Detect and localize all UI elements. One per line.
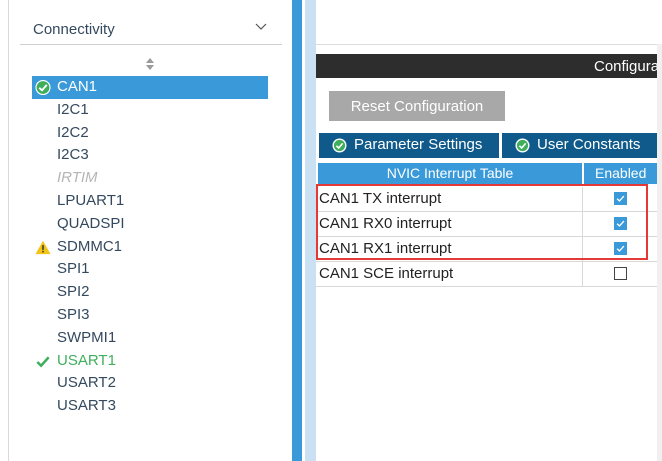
peripheral-item-lpuart1[interactable]: LPUART1 xyxy=(32,190,268,213)
top-strip xyxy=(316,0,662,45)
column-header-interrupt[interactable]: NVIC Interrupt Table xyxy=(318,163,582,184)
peripheral-label: SPI1 xyxy=(57,260,90,278)
column-separator xyxy=(582,262,583,286)
peripheral-item-swpmi1[interactable]: SWPMI1 xyxy=(32,327,268,350)
tab-label: Parameter Settings xyxy=(354,136,483,153)
category-header[interactable]: Connectivity xyxy=(20,14,282,45)
column-header-enabled[interactable]: Enabled xyxy=(584,163,662,184)
peripheral-label: I2C2 xyxy=(57,123,89,141)
configuration-title: Configura xyxy=(594,58,660,75)
peripheral-item-can1[interactable]: CAN1 xyxy=(32,76,268,99)
peripheral-item-usart2[interactable]: USART2 xyxy=(32,372,268,395)
peripheral-item-quadspi[interactable]: QUADSPI xyxy=(32,213,268,236)
peripheral-label: QUADSPI xyxy=(57,214,125,232)
peripheral-label: USART3 xyxy=(57,397,116,415)
peripheral-label: USART2 xyxy=(57,374,116,392)
panel-splitter[interactable] xyxy=(292,0,302,461)
peripheral-item-spi2[interactable]: SPI2 xyxy=(32,281,268,304)
peripheral-label: LPUART1 xyxy=(57,191,125,209)
tab-user-constants[interactable]: User Constants xyxy=(502,133,657,158)
highlight-annotation xyxy=(316,184,648,260)
peripheral-item-i2c1[interactable]: I2C1 xyxy=(32,99,268,122)
peripheral-item-sdmmc1[interactable]: SDMMC1 xyxy=(32,236,268,259)
tab-parameter-settings[interactable]: Parameter Settings xyxy=(319,133,499,158)
peripheral-label: I2C3 xyxy=(57,146,89,164)
peripheral-label: SPI2 xyxy=(57,283,90,301)
peripheral-label: SDMMC1 xyxy=(57,237,123,255)
peripheral-list: CAN1 I2C1 I2C2 I2C3 IRTIM LPUART1 QUADSP… xyxy=(32,76,268,418)
peripheral-item-usart3[interactable]: USART3 xyxy=(32,395,268,418)
peripheral-item-i2c3[interactable]: I2C3 xyxy=(32,144,268,167)
table-row: CAN1 SCE interrupt xyxy=(316,262,662,287)
peripheral-label: IRTIM xyxy=(57,169,98,187)
peripheral-label: SWPMI1 xyxy=(57,328,117,346)
peripheral-item-usart1[interactable]: USART1 xyxy=(32,350,268,373)
configuration-header: Configura xyxy=(316,54,662,78)
tabs-row: Parameter Settings User Constants xyxy=(319,133,662,158)
check-circle-icon xyxy=(515,138,530,153)
peripheral-label: SPI3 xyxy=(57,305,90,323)
warning-icon xyxy=(35,240,51,254)
category-title: Connectivity xyxy=(33,21,115,38)
left-panel: Connectivity CAN1 I2C1 I2C2 I2C3 IRTIM L… xyxy=(0,0,292,461)
peripheral-label: USART1 xyxy=(57,351,116,369)
interrupt-name: CAN1 SCE interrupt xyxy=(319,265,454,282)
table-header: NVIC Interrupt Table Enabled xyxy=(316,163,662,184)
check-circle-icon xyxy=(35,79,51,96)
chevron-down-icon[interactable] xyxy=(254,20,268,34)
tab-label: User Constants xyxy=(537,136,641,153)
check-icon xyxy=(36,355,50,368)
sort-icon[interactable] xyxy=(144,57,156,71)
peripheral-item-spi3[interactable]: SPI3 xyxy=(32,304,268,327)
scrollbar[interactable] xyxy=(657,44,662,461)
check-circle-icon xyxy=(332,138,347,153)
peripheral-item-spi1[interactable]: SPI1 xyxy=(32,258,268,281)
enabled-checkbox[interactable] xyxy=(614,267,627,280)
peripheral-label: CAN1 xyxy=(57,78,98,95)
left-border xyxy=(8,0,9,461)
reset-configuration-button[interactable]: Reset Configuration xyxy=(329,91,505,121)
peripheral-item-i2c2[interactable]: I2C2 xyxy=(32,122,268,145)
splitter-track xyxy=(305,0,316,461)
peripheral-item-irtim[interactable]: IRTIM xyxy=(32,167,268,190)
peripheral-label: I2C1 xyxy=(57,100,89,118)
